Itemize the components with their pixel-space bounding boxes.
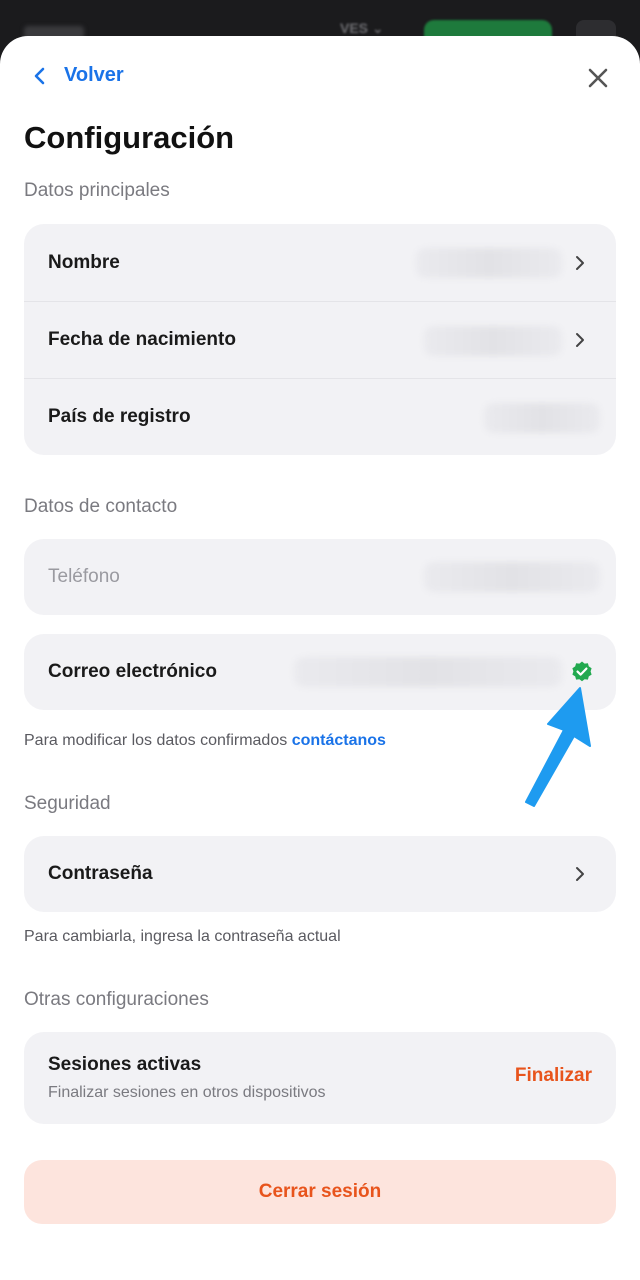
section-label-other: Otras configuraciones xyxy=(24,989,209,1010)
row-name-label: Nombre xyxy=(48,251,120,273)
phone-card: Teléfono xyxy=(24,539,616,615)
settings-sheet: Volver Configuración Datos principales N… xyxy=(0,36,640,1280)
end-sessions-button[interactable]: Finalizar xyxy=(515,1065,592,1087)
row-phone: Teléfono xyxy=(24,539,616,615)
close-icon[interactable] xyxy=(584,64,612,92)
contact-link[interactable]: contáctanos xyxy=(292,732,386,749)
blurred-value xyxy=(416,248,562,278)
chevron-right-icon xyxy=(576,255,584,270)
row-phone-label: Teléfono xyxy=(48,566,120,587)
back-button[interactable]: Volver xyxy=(30,64,124,87)
row-password-label: Contraseña xyxy=(48,863,153,884)
sessions-title: Sesiones activas xyxy=(48,1054,202,1075)
section-label-security: Seguridad xyxy=(24,793,111,814)
main-data-card: Nombre Fecha de nacimiento País de regis… xyxy=(24,224,616,455)
row-country: País de registro xyxy=(24,378,616,455)
back-label: Volver xyxy=(64,64,124,86)
page-title: Configuración xyxy=(24,120,235,155)
verified-check-icon xyxy=(572,661,592,682)
contact-helper-text: Para modificar los datos confirmados xyxy=(24,732,288,749)
blurred-value xyxy=(424,326,562,356)
section-label-contact: Datos de contacto xyxy=(24,496,178,517)
row-email-label: Correo electrónico xyxy=(48,661,217,682)
sessions-card: Sesiones activas Finalizar sesiones en o… xyxy=(24,1032,616,1124)
row-country-label: País de registro xyxy=(48,406,191,427)
security-card: Contraseña xyxy=(24,836,616,912)
security-helper: Para cambiarla, ingresa la contraseña ac… xyxy=(24,928,341,945)
section-label-main: Datos principales xyxy=(24,180,170,201)
annotation-arrow-icon xyxy=(525,687,591,807)
contact-helper: Para modificar los datos confirmados con… xyxy=(24,732,386,750)
row-password[interactable]: Contraseña xyxy=(24,836,616,912)
sessions-subtitle: Finalizar sesiones en otros dispositivos xyxy=(48,1084,326,1101)
blurred-value xyxy=(484,403,600,433)
row-birthdate[interactable]: Fecha de nacimiento xyxy=(24,301,616,378)
chevron-right-icon xyxy=(576,333,584,347)
chevron-right-icon xyxy=(576,867,584,881)
blurred-value xyxy=(424,562,600,592)
row-birthdate-label: Fecha de nacimiento xyxy=(48,329,236,350)
logout-button[interactable]: Cerrar sesión xyxy=(24,1160,616,1224)
row-name[interactable]: Nombre xyxy=(24,224,616,301)
currency-selector: VES ⌄ xyxy=(340,20,384,36)
chevron-left-icon xyxy=(34,67,45,84)
